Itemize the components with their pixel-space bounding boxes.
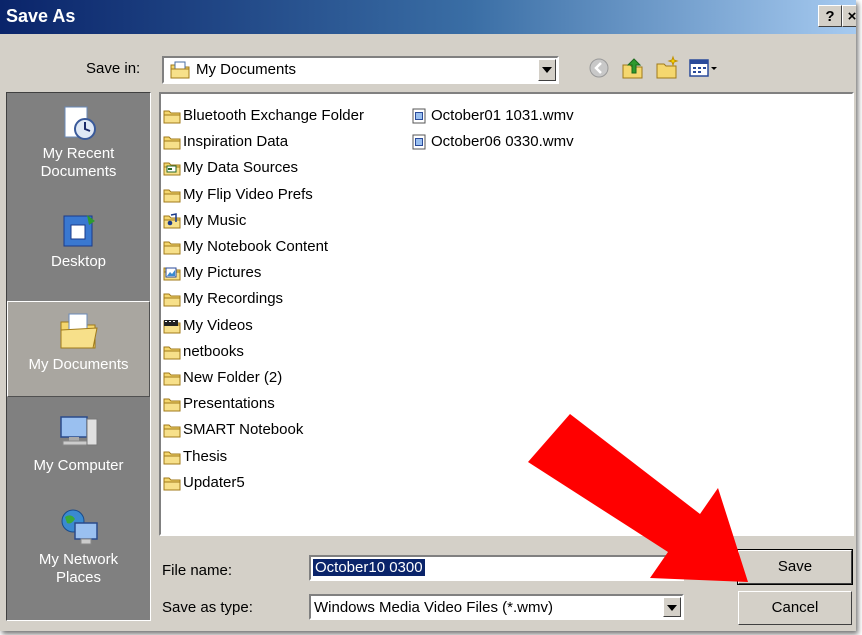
- item-name: Thesis: [183, 447, 228, 465]
- place-my-computer[interactable]: My Computer: [7, 411, 150, 491]
- desktop-icon: [63, 215, 95, 247]
- place-label: My Computer: [33, 457, 124, 474]
- place-desktop[interactable]: Desktop: [7, 211, 150, 281]
- item-name: New Folder (2): [183, 369, 283, 386]
- back-arrow-icon: [589, 58, 609, 78]
- title-bar[interactable]: Save As ? ×: [0, 0, 856, 34]
- view-menu-button[interactable]: [688, 55, 724, 81]
- item-name: My Videos: [183, 316, 253, 334]
- help-button[interactable]: ?: [818, 5, 842, 27]
- save-as-type-label: Save as type:: [162, 599, 253, 616]
- my-documents-small-icon: [170, 61, 190, 84]
- file-name-value: October10 0300: [313, 559, 425, 576]
- item-name: My Music: [183, 211, 247, 229]
- recent-documents-icon: [64, 106, 96, 140]
- file-name-field[interactable]: October10 0300: [309, 555, 684, 581]
- save-as-dialog: Save As ? × Save in: My Documents My Rec…: [0, 0, 856, 631]
- item-name: My Recordings: [183, 290, 284, 308]
- dialog-title: Save As: [6, 6, 76, 26]
- close-button[interactable]: ×: [842, 5, 856, 27]
- places-bar: My Recent Documents Desktop My Documents…: [6, 92, 151, 621]
- save-as-type-value: Windows Media Video Files (*.wmv): [314, 599, 553, 616]
- place-label: Desktop: [50, 253, 107, 270]
- my-computer-icon: [59, 416, 97, 446]
- item-name: October01 1031.wmv: [431, 107, 574, 124]
- new-folder-button[interactable]: [654, 55, 680, 81]
- file-name-dropdown-button[interactable]: [663, 558, 681, 578]
- save-in-dropdown-button[interactable]: [538, 59, 556, 81]
- item-name: Inspiration Data: [183, 133, 289, 151]
- view-menu-icon: [689, 59, 717, 77]
- save-button[interactable]: Save: [737, 549, 853, 585]
- new-folder-icon: [656, 55, 679, 79]
- place-my-documents[interactable]: My Documents: [7, 301, 150, 397]
- chevron-down-icon: [667, 566, 677, 572]
- my-documents-icon: [60, 313, 98, 349]
- up-folder-button[interactable]: [620, 55, 646, 81]
- item-name: SMART Notebook: [183, 421, 304, 439]
- place-my-network-places[interactable]: My Network Places: [7, 505, 150, 605]
- item-name: netbooks: [183, 342, 244, 360]
- item-name: My Flip Video Prefs: [183, 185, 313, 203]
- save-in-label: Save in:: [86, 60, 141, 77]
- item-name: October06 0330.wmv: [431, 133, 574, 151]
- file-name-label: File name:: [162, 562, 233, 579]
- save-in-value: My Documents: [196, 61, 297, 78]
- place-my-recent-documents[interactable]: My Recent Documents: [7, 103, 150, 193]
- back-button[interactable]: [586, 55, 612, 81]
- item-name: My Data Sources: [183, 159, 299, 177]
- item-name: Bluetooth Exchange Folder: [183, 107, 364, 124]
- file-list[interactable]: Bluetooth Exchange Folder Inspiration Dat…: [159, 92, 854, 536]
- cancel-button[interactable]: Cancel: [738, 591, 852, 625]
- chevron-down-icon: [542, 67, 552, 73]
- item-name: My Pictures: [183, 264, 262, 282]
- item-name: Presentations: [183, 395, 275, 413]
- place-label: My Documents: [28, 356, 129, 373]
- network-places-icon: [61, 509, 98, 545]
- up-folder-icon: [622, 58, 643, 79]
- save-as-type-dropdown-button[interactable]: [663, 597, 681, 617]
- item-name: My Notebook Content: [183, 238, 329, 255]
- item-name: Updater5: [183, 473, 245, 491]
- place-label: My Recent Documents: [40, 145, 117, 180]
- chevron-down-icon: [667, 605, 677, 611]
- place-label: My Network Places: [38, 551, 119, 586]
- save-as-type-dropdown[interactable]: Windows Media Video Files (*.wmv): [309, 594, 684, 620]
- save-in-dropdown[interactable]: My Documents: [162, 56, 559, 84]
